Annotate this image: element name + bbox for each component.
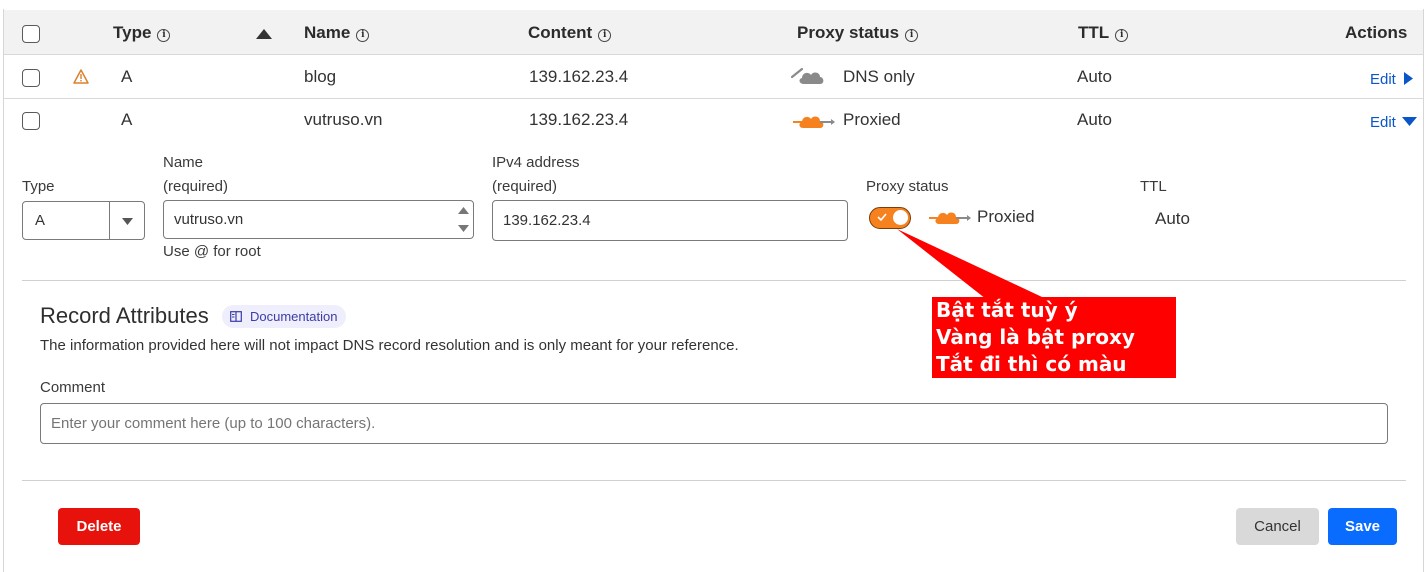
cancel-button[interactable]: Cancel [1236, 508, 1319, 545]
documentation-link[interactable]: Documentation [222, 305, 347, 328]
record-name: vutruso.vn [304, 110, 383, 129]
header-content-label: Content [528, 23, 593, 42]
caret-down-icon [1401, 117, 1417, 126]
annotation-line: Bật tắt tuỳ ý [936, 298, 1078, 322]
edit-label: Edit [1370, 71, 1396, 88]
edit-link[interactable]: Edit [1370, 69, 1413, 89]
record-ttl: Auto [1077, 67, 1112, 86]
ipv4-input[interactable]: 139.162.23.4 [492, 200, 848, 241]
toggle-knob [893, 210, 908, 225]
proxy-status-text: DNS only [843, 67, 915, 86]
proxy-status-label: Proxy status [866, 178, 949, 195]
record-ttl: Auto [1077, 110, 1112, 129]
proxy-status-text: Proxied [843, 110, 901, 129]
edit-link[interactable]: Edit [1370, 112, 1417, 132]
header-actions: Actions [1345, 23, 1408, 42]
record-type: A [121, 110, 133, 129]
check-icon [877, 213, 887, 221]
sort-ascending-icon[interactable] [256, 29, 272, 39]
row-checkbox[interactable] [22, 69, 40, 87]
name-hint: Use @ for root [163, 243, 261, 260]
table-header: Type i Name i Content i Proxy status i TTL i … [4, 10, 1423, 55]
header-ttl[interactable]: TTL i [1078, 23, 1129, 43]
header-proxy-label: Proxy status [797, 23, 900, 42]
edit-label: Edit [1370, 114, 1396, 131]
type-select[interactable]: A [22, 201, 145, 240]
chevron-down-icon [122, 218, 133, 225]
record-attributes-title: Record Attributes [40, 303, 209, 328]
record-content: 139.162.23.4 [529, 67, 629, 86]
comment-input[interactable] [40, 403, 1388, 444]
info-icon: i [905, 29, 919, 42]
type-label: Type [22, 178, 55, 195]
ipv4-input-value: 139.162.23.4 [503, 212, 591, 229]
annotation-box: Bật tắt tuỳ ý Vàng là bật proxy Tắt đi t… [932, 297, 1176, 403]
ttl-label: TTL [1140, 178, 1167, 195]
ipv4-label: IPv4 address [492, 154, 580, 171]
name-required: (required) [163, 178, 229, 195]
caret-right-icon [1403, 72, 1413, 85]
record-type: A [121, 67, 133, 86]
name-input[interactable]: vutruso.vn [163, 200, 474, 239]
save-button[interactable]: Save [1328, 508, 1397, 545]
table-row: A blog 139.162.23.4 DNS only Auto Edit [4, 56, 1423, 99]
info-icon: i [1115, 29, 1129, 42]
proxied-cloud-icon [929, 212, 971, 224]
info-icon: i [356, 29, 370, 42]
ipv4-required: (required) [492, 178, 558, 195]
select-all-checkbox[interactable] [22, 25, 40, 43]
type-select-value: A [35, 212, 46, 229]
header-name-label: Name [304, 23, 351, 42]
header-type-label: Type [113, 23, 152, 42]
divider [22, 480, 1406, 481]
header-name[interactable]: Name i [304, 23, 370, 43]
record-content: 139.162.23.4 [529, 110, 629, 129]
comment-label: Comment [40, 379, 106, 396]
name-input-value: vutruso.vn [174, 211, 244, 228]
proxy-status-value: Proxied [977, 207, 1035, 226]
delete-button[interactable]: Delete [58, 508, 140, 545]
header-proxy-status[interactable]: Proxy status i [797, 23, 919, 43]
info-icon: i [157, 29, 171, 42]
annotation-line: Vàng là bật proxy [936, 325, 1135, 349]
annotation-arrow [897, 229, 1042, 299]
divider [22, 280, 1406, 281]
table-row: A vutruso.vn 139.162.23.4 Proxied Auto E… [4, 99, 1423, 142]
warning-icon [73, 69, 89, 84]
documentation-label: Documentation [250, 309, 338, 324]
record-name: blog [304, 67, 337, 86]
book-icon [230, 311, 242, 322]
header-type[interactable]: Type i [113, 23, 171, 43]
annotation-line: Tắt đi thì có màu xám [936, 352, 1127, 403]
row-checkbox[interactable] [22, 112, 40, 130]
header-ttl-label: TTL [1078, 23, 1110, 42]
attributes-description: The information provided here will not i… [40, 337, 739, 354]
header-content[interactable]: Content i [528, 23, 612, 43]
name-label: Name [163, 154, 204, 171]
proxied-cloud-icon [793, 116, 835, 128]
ttl-value: Auto [1155, 209, 1190, 228]
info-icon: i [598, 29, 612, 42]
dns-only-cloud-icon [790, 67, 824, 84]
stepper-icon[interactable] [457, 204, 470, 235]
